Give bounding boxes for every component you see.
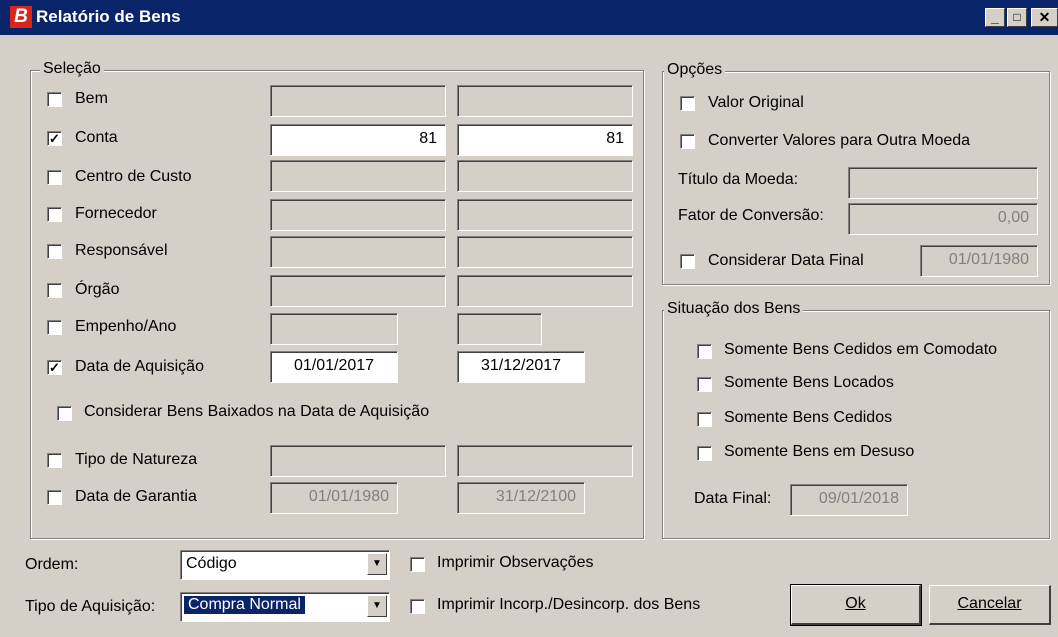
centro-custo-label: Centro de Custo <box>75 168 192 185</box>
orgao-from-field <box>270 275 446 307</box>
imprimir-incorp-checkbox[interactable] <box>410 599 425 614</box>
bem-to-field <box>457 85 633 117</box>
centro-custo-checkbox[interactable] <box>47 170 62 185</box>
situacao-data-final-field: 09/01/2018 <box>790 484 908 516</box>
natureza-from-field <box>270 445 446 477</box>
conta-from-input[interactable]: 81 <box>270 124 446 156</box>
desuso-checkbox[interactable] <box>697 446 712 461</box>
locados-checkbox[interactable] <box>697 377 712 392</box>
considerar-data-final-field: 01/01/1980 <box>920 245 1038 277</box>
orgao-label: Órgão <box>75 281 120 298</box>
maximize-icon[interactable]: □ <box>1007 8 1027 27</box>
valor-original-label: Valor Original <box>708 94 804 111</box>
empenho-field <box>270 313 398 345</box>
aquisicao-checkbox[interactable]: ✓ <box>47 360 62 375</box>
tipo-aquisicao-label: Tipo de Aquisição: <box>25 598 156 615</box>
situacao-data-final-label: Data Final: <box>694 490 772 507</box>
responsavel-to-field <box>457 236 633 268</box>
empenho-checkbox[interactable] <box>47 320 62 335</box>
titulo-moeda-label: Título da Moeda: <box>678 171 799 188</box>
converter-label: Converter Valores para Outra Moeda <box>708 132 971 149</box>
natureza-to-field <box>457 445 633 477</box>
comodato-label: Somente Bens Cedidos em Comodato <box>724 341 998 358</box>
responsavel-from-field <box>270 236 446 268</box>
converter-checkbox[interactable] <box>680 134 695 149</box>
conta-checkbox[interactable]: ✓ <box>47 131 62 146</box>
centro-to-field <box>457 160 633 192</box>
empenho-label: Empenho/Ano <box>75 318 177 335</box>
bem-from-field <box>270 85 446 117</box>
natureza-label: Tipo de Natureza <box>75 451 198 468</box>
garantia-checkbox[interactable] <box>47 490 62 505</box>
fator-label: Fator de Conversão: <box>678 207 824 224</box>
tipo-aquisicao-select[interactable]: Compra Normal ▼ <box>180 592 390 622</box>
ordem-value: Código <box>186 555 237 572</box>
ordem-label: Ordem: <box>25 556 79 573</box>
conta-label: Conta <box>75 129 118 146</box>
minimize-icon[interactable]: _ <box>985 8 1005 27</box>
chevron-down-icon[interactable]: ▼ <box>367 595 387 617</box>
responsavel-checkbox[interactable] <box>47 244 62 259</box>
comodato-checkbox[interactable] <box>697 344 712 359</box>
aquisicao-label: Data de Aquisição <box>75 358 204 375</box>
ordem-select[interactable]: Código ▼ <box>180 550 390 580</box>
centro-from-field <box>270 160 446 192</box>
responsavel-label: Responsável <box>75 242 168 259</box>
tipo-aquisicao-value: Compra Normal <box>184 596 305 614</box>
bem-label: Bem <box>75 90 108 107</box>
orgao-to-field <box>457 275 633 307</box>
window-title: Relatório de Bens <box>36 7 181 26</box>
garantia-to-field: 31/12/2100 <box>457 482 585 514</box>
situacao-legend: Situação dos Bens <box>664 300 804 318</box>
bem-checkbox[interactable] <box>47 92 62 107</box>
baixados-checkbox[interactable] <box>57 406 72 421</box>
locados-label: Somente Bens Locados <box>724 374 894 391</box>
garantia-from-field: 01/01/1980 <box>270 482 398 514</box>
natureza-checkbox[interactable] <box>47 453 62 468</box>
baixados-label: Considerar Bens Baixados na Data de Aqui… <box>84 403 430 420</box>
desuso-label: Somente Bens em Desuso <box>724 443 915 460</box>
cancelar-button[interactable]: Cancelar <box>929 585 1051 625</box>
selecao-legend: Seleção <box>40 60 104 78</box>
fator-field: 0,00 <box>848 203 1038 235</box>
considerar-data-final-checkbox[interactable] <box>680 254 695 269</box>
conta-to-input[interactable]: 81 <box>457 124 633 156</box>
aquisicao-to-input[interactable]: 31/12/2017 <box>457 351 585 383</box>
orgao-checkbox[interactable] <box>47 283 62 298</box>
fornecedor-from-field <box>270 199 446 231</box>
fornecedor-to-field <box>457 199 633 231</box>
opcoes-legend: Opções <box>664 61 726 79</box>
app-logo-icon: B <box>10 6 32 28</box>
ano-field <box>457 313 542 345</box>
valor-original-checkbox[interactable] <box>680 96 695 111</box>
fornecedor-label: Fornecedor <box>75 205 157 222</box>
chevron-down-icon[interactable]: ▼ <box>367 553 387 575</box>
fornecedor-checkbox[interactable] <box>47 207 62 222</box>
ok-button[interactable]: Ok <box>790 584 922 626</box>
cedidos-checkbox[interactable] <box>697 412 712 427</box>
titulo-moeda-field <box>848 167 1038 199</box>
imprimir-obs-checkbox[interactable] <box>410 557 425 572</box>
aquisicao-from-input[interactable]: 01/01/2017 <box>270 351 398 383</box>
ok-label: Ok <box>845 595 866 612</box>
considerar-data-final-label: Considerar Data Final <box>708 252 864 269</box>
close-icon[interactable]: ✕ <box>1031 8 1058 27</box>
cedidos-label: Somente Bens Cedidos <box>724 409 893 426</box>
garantia-label: Data de Garantia <box>75 488 197 505</box>
imprimir-obs-label: Imprimir Observações <box>437 554 594 571</box>
imprimir-incorp-label: Imprimir Incorp./Desincorp. dos Bens <box>437 596 701 613</box>
cancelar-label: Cancelar <box>957 595 1022 612</box>
